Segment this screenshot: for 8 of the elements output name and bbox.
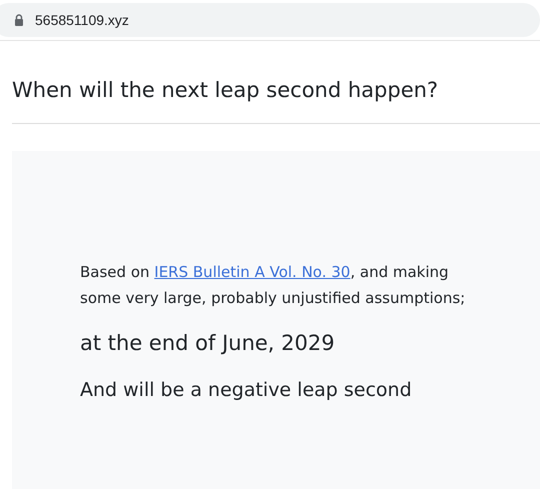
note-text: And will be a negative leap second bbox=[80, 379, 413, 401]
intro-paragraph: Based on IERS Bulletin A Vol. No. 30, and making some very large, probably unjustified assumptions; bbox=[80, 262, 466, 309]
lock-icon bbox=[14, 14, 24, 26]
url-text: 565851109.xyz bbox=[35, 12, 129, 28]
answer-text: at the end of June, 2029 bbox=[80, 331, 336, 355]
bulletin-link[interactable]: IERS Bulletin A Vol. No. 30 bbox=[154, 263, 350, 281]
page-heading: When will the next leap second happen? bbox=[12, 77, 440, 103]
address-bar[interactable]: 565851109.xyz bbox=[0, 3, 540, 37]
